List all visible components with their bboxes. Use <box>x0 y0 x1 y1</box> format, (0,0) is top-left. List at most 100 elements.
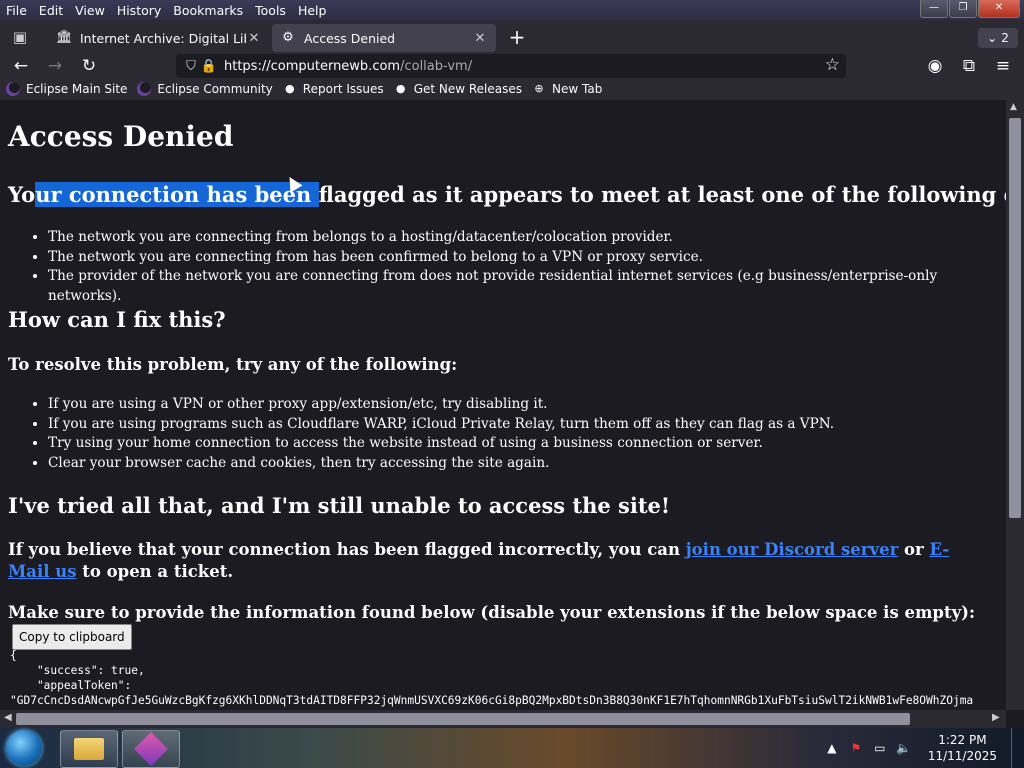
code-line: "GD7cCncDsdANcwpGfJe5GuWzcBgKfzg6XKhlDDN… <box>10 694 974 707</box>
code-line: "appealToken": <box>10 679 132 692</box>
shield-icon[interactable]: ⛉ <box>182 59 200 74</box>
menu-history[interactable]: History <box>111 3 167 18</box>
selected-text: ur connection has been <box>35 182 319 207</box>
system-tray: ▲ ⚑ ▭ 🔈 1:22 PM 11/11/2025 <box>822 728 1024 768</box>
lock-icon[interactable]: 🔒 <box>200 59 218 74</box>
page-content: Access Denied Your connection has been f… <box>0 100 1006 710</box>
menu-bookmarks[interactable]: Bookmarks <box>167 3 249 18</box>
new-tab-button[interactable]: + <box>506 26 528 48</box>
extensions-icon[interactable]: ⧉ <box>958 55 980 77</box>
navigation-bar: ← → ↻ ⛉ 🔒 https://computernewb.com/colla… <box>0 54 1024 78</box>
menu-view[interactable]: View <box>69 3 111 18</box>
bookmark-star-icon[interactable]: ☆ <box>825 55 840 75</box>
file-explorer-taskbar-button[interactable] <box>60 730 118 768</box>
scroll-left-icon[interactable]: ◀ <box>4 712 12 723</box>
volume-icon[interactable]: 🔈 <box>894 741 914 755</box>
reload-icon[interactable]: ↻ <box>78 55 100 77</box>
bookmark-label: Eclipse Main Site <box>26 82 128 96</box>
url-text[interactable]: https://computernewb.com/collab-vm/ <box>224 59 472 74</box>
url-path: /collab-vm/ <box>400 58 473 74</box>
forward-icon[interactable]: → <box>44 55 66 77</box>
incorrect-mid: or <box>898 540 930 559</box>
eclipse-icon <box>6 82 20 96</box>
url-host: https://computernewb.com <box>224 58 401 74</box>
clock[interactable]: 1:22 PM 11/11/2025 <box>928 732 997 764</box>
show-hidden-icons-icon[interactable]: ▲ <box>822 741 842 755</box>
tab-internet-archive[interactable]: 🏛 Internet Archive: Digital Library ✕ <box>48 24 270 52</box>
firefox-view-icon[interactable]: ▣ <box>10 28 30 46</box>
globe-icon: ⊕ <box>534 82 544 95</box>
scroll-right-icon[interactable]: ▶ <box>992 712 1000 723</box>
network-icon[interactable]: ▭ <box>870 741 890 755</box>
tab-list-button[interactable]: ⌄ 2 <box>978 28 1018 48</box>
list-item: Clear your browser cache and cookies, th… <box>48 454 834 474</box>
flag-heading-pre: Yo <box>8 182 36 207</box>
close-tab-icon[interactable]: ✕ <box>472 31 488 46</box>
eclipse-icon <box>137 82 152 96</box>
start-button[interactable] <box>6 730 42 766</box>
list-item: The network you are connecting from has … <box>48 248 1006 268</box>
list-item: The provider of the network you are conn… <box>48 267 1006 306</box>
bookmark-eclipse-main[interactable]: Eclipse Main Site <box>6 82 127 96</box>
menu-icon[interactable]: ≡ <box>992 55 1014 77</box>
provide-info-paragraph: Make sure to provide the information fou… <box>8 602 988 650</box>
copy-to-clipboard-button[interactable]: Copy to clipboard <box>12 624 132 650</box>
folder-icon <box>74 738 104 760</box>
list-item: If you are using programs such as Cloudf… <box>48 415 834 435</box>
chevron-down-icon: ⌄ <box>987 31 998 45</box>
page-icon: ⚙ <box>282 30 294 45</box>
list-item: Try using your home connection to access… <box>48 434 834 454</box>
incorrect-post: to open a ticket. <box>76 562 234 581</box>
flag-heading-post: flagged as it appears to meet at least o… <box>318 182 1006 207</box>
code-line: { <box>10 649 17 662</box>
archive-icon: 🏛 <box>56 30 73 45</box>
menu-edit[interactable]: Edit <box>33 3 69 18</box>
incorrect-flag-paragraph: If you believe that your connection has … <box>8 539 988 583</box>
minimize-button[interactable]: — <box>920 0 948 18</box>
menu-file[interactable]: File <box>0 3 33 18</box>
tab-count: 2 <box>1001 31 1009 45</box>
list-item: If you are using a VPN or other proxy ap… <box>48 395 834 415</box>
tried-heading: I've tried all that, and I'm still unabl… <box>8 493 671 518</box>
tab-access-denied[interactable]: ⚙ Access Denied ✕ <box>272 24 496 52</box>
browser-taskbar-button[interactable] <box>122 730 180 768</box>
resolve-intro: To resolve this problem, try any of the … <box>8 355 458 374</box>
clock-time: 1:22 PM <box>938 733 987 747</box>
bookmarks-bar: Eclipse Main Site Eclipse Community ● Re… <box>0 78 1024 100</box>
menu-bar: File Edit View History Bookmarks Tools H… <box>0 0 1024 20</box>
restore-button[interactable]: ❐ <box>949 0 977 18</box>
bookmark-new-tab[interactable]: ⊕ New Tab <box>532 82 602 96</box>
scroll-up-icon[interactable]: ▲ <box>1010 102 1017 112</box>
action-center-icon[interactable]: ⚑ <box>846 741 866 755</box>
menu-help[interactable]: Help <box>292 3 333 18</box>
menu-tools[interactable]: Tools <box>249 3 292 18</box>
account-icon[interactable]: ◉ <box>924 55 946 77</box>
back-icon[interactable]: ← <box>10 55 32 77</box>
scrollbar-thumb[interactable] <box>16 713 910 725</box>
close-window-button[interactable]: ✕ <box>978 0 1020 18</box>
vertical-scrollbar[interactable]: ▲ <box>1006 100 1024 710</box>
fixes-list: If you are using a VPN or other proxy ap… <box>28 395 834 473</box>
flag-heading: Your connection has been flagged as it a… <box>8 182 1006 207</box>
horizontal-scrollbar[interactable]: ◀ ▶ <box>0 710 1006 728</box>
show-desktop-button[interactable] <box>1011 728 1024 768</box>
discord-link[interactable]: join our Discord server <box>686 540 899 559</box>
taskbar: ▲ ⚑ ▭ 🔈 1:22 PM 11/11/2025 <box>0 728 1024 768</box>
github-icon: ● <box>284 82 295 95</box>
bookmark-report-issues[interactable]: ● Report Issues <box>283 82 384 96</box>
clock-date: 11/11/2025 <box>927 749 997 763</box>
scrollbar-thumb[interactable] <box>1009 118 1021 518</box>
url-bar[interactable]: ⛉ 🔒 https://computernewb.com/collab-vm/ … <box>176 54 846 78</box>
window-controls: — ❐ ✕ <box>920 0 1020 18</box>
bookmark-eclipse-community[interactable]: Eclipse Community <box>137 82 273 96</box>
appeal-info-block[interactable]: { "success": true, "appealToken": "GD7cC… <box>10 648 973 708</box>
close-tab-icon[interactable]: ✕ <box>246 31 262 46</box>
bookmark-label: Report Issues <box>302 82 384 96</box>
bookmark-new-releases[interactable]: ● Get New Releases <box>394 82 522 96</box>
page-title: Access Denied <box>8 120 234 153</box>
tab-title: Internet Archive: Digital Library <box>80 30 246 46</box>
fix-heading: How can I fix this? <box>8 307 226 332</box>
provide-info-text: Make sure to provide the information fou… <box>8 603 976 622</box>
code-line: "success": true, <box>10 664 145 677</box>
bookmark-label: Eclipse Community <box>157 82 273 96</box>
